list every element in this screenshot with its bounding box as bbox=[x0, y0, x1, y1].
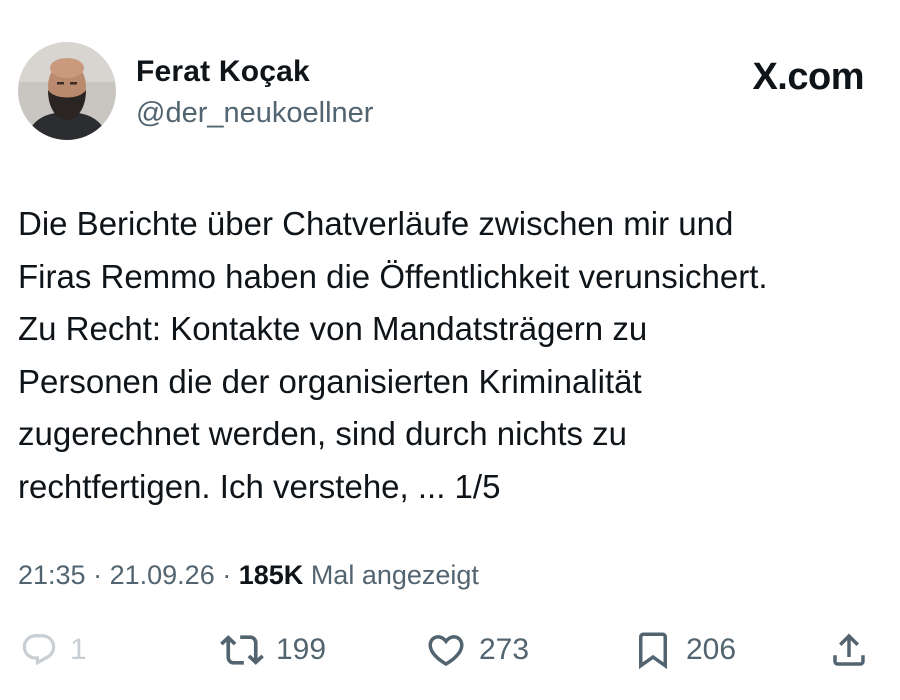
post-meta: 21:35 · 21.09.26 · 185K Mal angezeigt bbox=[18, 560, 479, 591]
action-bar: 1 199 273 206 bbox=[0, 622, 900, 682]
author-display-name[interactable]: Ferat Koçak bbox=[136, 55, 310, 89]
post-time[interactable]: 21:35 bbox=[18, 560, 86, 590]
retweet-button[interactable]: 199 bbox=[220, 622, 326, 678]
avatar-photo bbox=[18, 42, 116, 140]
post-text: Die Berichte über Chatverläufe zwischen … bbox=[18, 205, 768, 505]
views-count: 185K bbox=[238, 560, 304, 590]
avatar[interactable] bbox=[18, 42, 116, 140]
like-count: 273 bbox=[479, 633, 530, 666]
reply-icon bbox=[22, 634, 56, 666]
retweet-count: 199 bbox=[276, 633, 327, 666]
bookmark-button[interactable]: 206 bbox=[632, 622, 736, 678]
brand-label: X.com bbox=[752, 56, 864, 98]
heart-icon bbox=[428, 635, 464, 667]
meta-separator: · bbox=[93, 560, 103, 590]
views-label: Mal angezeigt bbox=[310, 560, 479, 590]
reply-button[interactable]: 1 bbox=[20, 622, 87, 678]
share-icon bbox=[833, 633, 865, 666]
retweet-icon bbox=[220, 635, 264, 665]
like-button[interactable]: 273 bbox=[425, 622, 529, 678]
author-handle[interactable]: @der_neukoellner bbox=[136, 97, 373, 130]
meta-separator: · bbox=[222, 560, 232, 590]
post-date[interactable]: 21.09.26 bbox=[110, 560, 215, 590]
reply-count: 1 bbox=[70, 633, 87, 666]
tweet-card: Ferat Koçak @der_neukoellner X.com Die B… bbox=[0, 0, 900, 700]
bookmark-icon bbox=[639, 632, 667, 670]
bookmark-count: 206 bbox=[686, 633, 737, 666]
share-button[interactable] bbox=[828, 622, 870, 678]
